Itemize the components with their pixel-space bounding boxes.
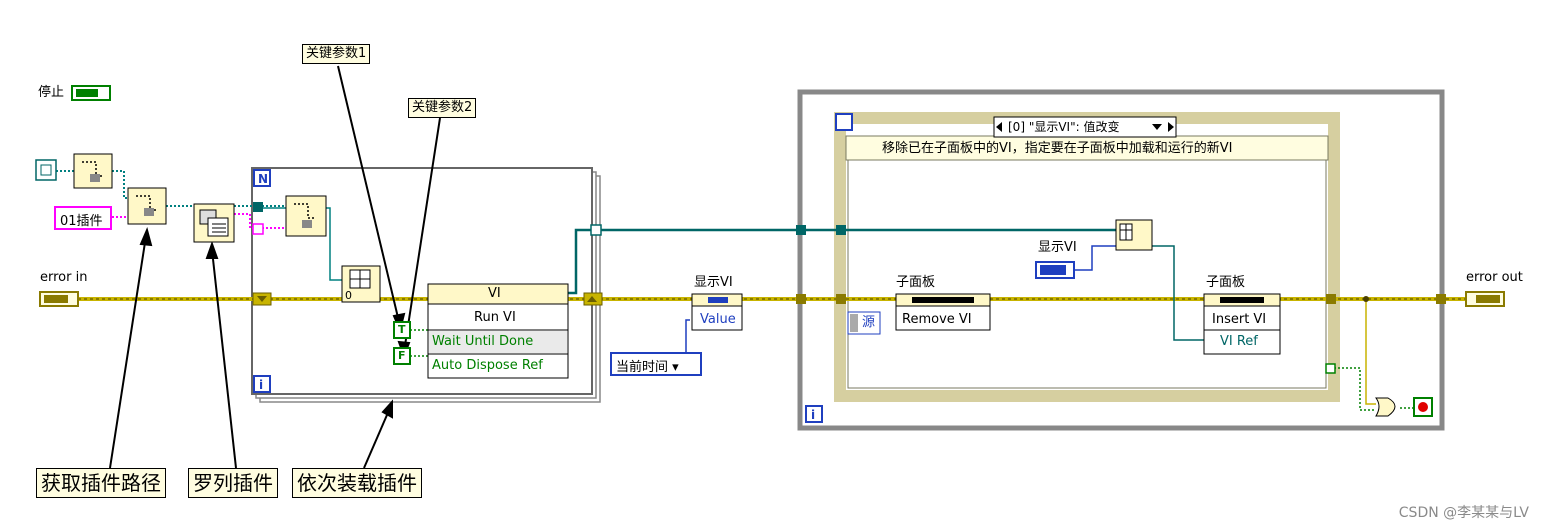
subpanel-left-label: 子面板 — [896, 275, 936, 290]
vi-ref-param[interactable]: VI Ref — [1220, 334, 1258, 350]
build-path-node-inner[interactable] — [285, 195, 327, 237]
insert-vi-method: Insert VI — [1212, 312, 1267, 327]
watermark: CSDN @李某某与LV — [1398, 505, 1529, 521]
event-source-label: 源 — [862, 315, 876, 330]
or-gate[interactable] — [1375, 397, 1396, 417]
auto-dispose-ref-param[interactable]: Auto Dispose Ref — [432, 358, 543, 374]
index-array-node[interactable] — [1115, 219, 1153, 251]
key-param-2-note: 关键参数2 — [408, 98, 477, 118]
display-vi-terminal[interactable] — [1035, 261, 1075, 279]
callout-list-plugins: 罗列插件 — [188, 468, 278, 498]
callout-get-path: 获取插件路径 — [36, 468, 166, 498]
event-comment: 移除已在子面板中的VI，指定要在子面板中加载和运行的新VI — [882, 141, 1233, 156]
vi-node-title: VI — [488, 286, 501, 301]
plugin-folder-constant[interactable]: 01插件 — [54, 206, 112, 230]
current-time-enum[interactable]: 当前时间 ▾ — [610, 352, 702, 376]
value-property[interactable]: Value — [700, 312, 736, 328]
list-folder-node[interactable] — [193, 203, 235, 243]
stop-boolean-terminal[interactable] — [71, 85, 111, 101]
wait-until-done-param[interactable]: Wait Until Done — [432, 334, 533, 350]
bool-t-text: T — [398, 323, 406, 336]
error-in-label: error in — [40, 270, 88, 285]
stop-label: 停止 — [38, 85, 65, 100]
error-out-terminal[interactable] — [1465, 291, 1505, 307]
build-path-node[interactable] — [127, 187, 167, 225]
display-vi-control-label: 显示VI — [1038, 240, 1077, 255]
while-loop-i-label: i — [811, 408, 816, 422]
error-in-terminal[interactable] — [39, 291, 79, 307]
remove-vi-method: Remove VI — [902, 312, 972, 327]
callout-load-plugins: 依次装载插件 — [292, 468, 422, 498]
run-vi-method: Run VI — [474, 310, 516, 325]
subpanel-right-label: 子面板 — [1206, 275, 1246, 290]
for-loop-n-label: N — [258, 172, 269, 186]
block-diagram — [35, 65, 1505, 469]
error-out-label: error out — [1466, 270, 1523, 285]
zero-constant: 0 — [345, 289, 352, 302]
bool-f-text: F — [398, 349, 406, 362]
stop-terminal[interactable] — [1413, 397, 1433, 417]
key-param-1-note: 关键参数1 — [302, 44, 371, 64]
for-loop-i-label: i — [259, 378, 264, 392]
path-constant-icon[interactable] — [35, 159, 57, 181]
event-case-label[interactable]: [0] "显示VI": 值改变 — [1008, 119, 1119, 135]
display-vi-label-prop: 显示VI — [694, 275, 733, 290]
event-timeout-terminal — [835, 113, 853, 131]
strip-path-node[interactable] — [73, 153, 113, 189]
